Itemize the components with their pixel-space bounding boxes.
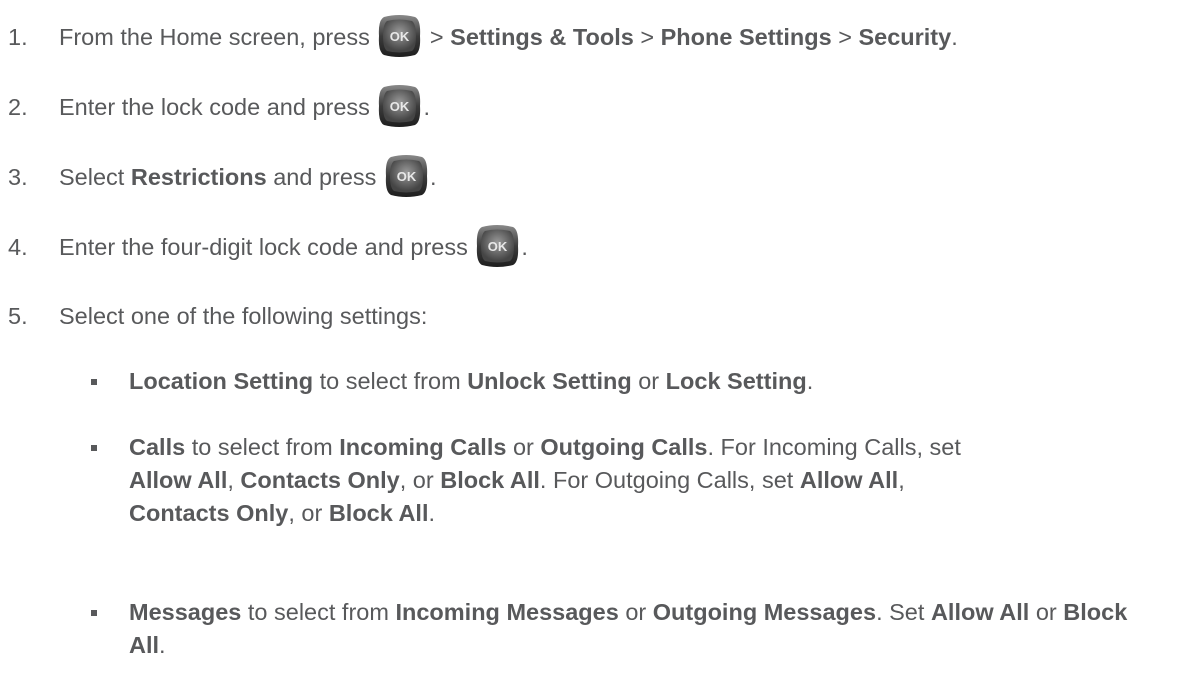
text-run: to select from [247, 599, 389, 625]
option-name: Location Setting [129, 368, 314, 394]
bullet-marker [91, 610, 97, 616]
text-run: , [898, 467, 905, 493]
option-name: Allow All [129, 467, 228, 493]
option-name: Outgoing Messages [652, 599, 877, 625]
option-name: Incoming Messages [395, 599, 619, 625]
text-run: Select [59, 164, 125, 190]
option-name: Allow All [930, 599, 1030, 625]
bullet-item-calls: Calls to select from Incoming Calls or O… [129, 431, 1169, 530]
menu-path-item: Phone Settings [660, 24, 832, 50]
text-run: , or [399, 467, 434, 493]
ok-key-icon: OK [378, 84, 421, 128]
ok-key-icon: OK [476, 224, 519, 268]
step-number: 1. [8, 24, 28, 50]
option-name: Block All [328, 500, 429, 526]
step-text: From the Home screen, press OK > Setting… [59, 14, 958, 57]
text-run: . [951, 24, 958, 50]
option-name: Contacts Only [129, 500, 289, 526]
step-number: 2. [8, 94, 28, 120]
ok-label: OK [488, 239, 508, 254]
step-text: Enter the lock code and press OK. [59, 84, 430, 127]
text-run: Enter the four-digit lock code and press [59, 234, 468, 260]
ok-key-icon: OK [385, 154, 428, 198]
step-number: 5. [8, 303, 28, 329]
bullet-item-location-setting: Location Setting to select from Unlock S… [129, 365, 1169, 398]
text-run: . Set [876, 599, 925, 625]
menu-path-item: Restrictions [130, 164, 267, 190]
text-run: or [512, 434, 534, 460]
text-run: or [625, 599, 647, 625]
text-run: Enter the lock code and press [59, 94, 370, 120]
option-name: Incoming Calls [339, 434, 507, 460]
step-text: Enter the four-digit lock code and press… [59, 224, 528, 267]
text-run: . [806, 368, 814, 394]
option-name: Messages [129, 599, 242, 625]
text-run: to select from [191, 434, 333, 460]
text-run: , or [288, 500, 323, 526]
text-run: > [838, 24, 852, 50]
ok-label: OK [390, 99, 410, 114]
text-run: . [159, 632, 166, 658]
option-name: Contacts Only [240, 467, 400, 493]
text-run: . For Outgoing Calls, set [539, 467, 794, 493]
text-run: . [428, 500, 436, 526]
option-name: Allow All [799, 467, 899, 493]
step-number: 4. [8, 234, 28, 260]
text-run: . For Incoming Calls, set [707, 434, 961, 460]
ok-label: OK [390, 29, 410, 44]
text-run: to select from [319, 368, 461, 394]
bullet-marker [91, 379, 97, 385]
option-name: Calls [129, 434, 186, 460]
menu-path-item: Security [858, 24, 952, 50]
text-run: , [227, 467, 234, 493]
bullet-marker [91, 445, 97, 451]
option-name: Unlock Setting [467, 368, 632, 394]
menu-path-item: Settings & Tools [450, 24, 634, 50]
step-text: Select one of the following settings: [59, 303, 428, 329]
text-run: > [640, 24, 655, 50]
text-run: . [521, 234, 528, 260]
step-text: Select Restrictions and press OK. [59, 154, 437, 197]
ok-label: OK [397, 169, 417, 184]
bullet-item-messages: Messages to select from Incoming Message… [129, 596, 1169, 662]
text-run: . [423, 94, 430, 120]
option-name: Lock Setting [665, 368, 807, 394]
ok-key-icon: OK [378, 14, 421, 58]
option-name: Outgoing Calls [540, 434, 708, 460]
step-number: 3. [8, 164, 28, 190]
option-name: Block All [440, 467, 540, 493]
text-run: > [429, 24, 444, 50]
text-run: or [1035, 599, 1057, 625]
text-run: From the Home screen, press [59, 24, 370, 50]
text-run: . [429, 164, 437, 190]
text-run: or [638, 368, 660, 394]
text-run: and press [273, 164, 377, 190]
